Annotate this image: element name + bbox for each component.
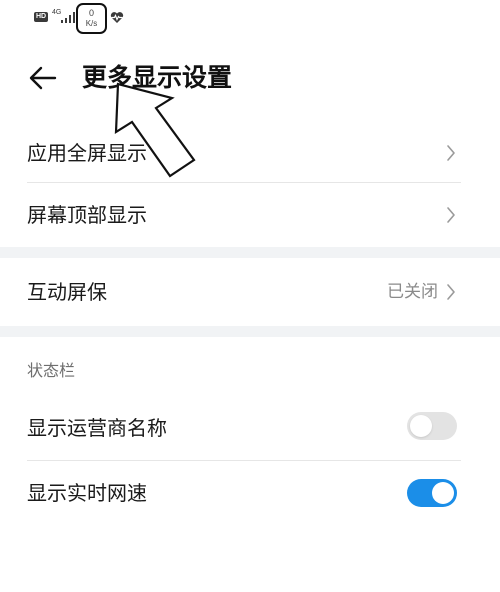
realtime-speed-row[interactable]: 显示实时网速 [0,462,490,524]
section-separator [0,247,500,258]
status-bar-section-header: 状态栏 [27,361,76,380]
screensaver-status: 已关闭 [387,282,438,302]
network-speed-value: 0 [88,8,94,18]
realtime-speed-label: 显示实时网速 [27,481,147,505]
chevron-right-icon [447,207,455,223]
section-separator [0,326,500,337]
toggle-knob [432,482,454,504]
back-button[interactable] [22,60,62,96]
chevron-right-icon [447,145,455,161]
carrier-name-toggle[interactable] [407,412,457,440]
fullscreen-apps-label: 应用全屏显示 [27,141,147,165]
page-title: 更多显示设置 [82,63,233,92]
top-display-row[interactable]: 屏幕顶部显示 [0,183,490,247]
divider [27,460,461,461]
realtime-speed-toggle[interactable] [407,479,457,507]
screensaver-label: 互动屏保 [27,280,107,304]
carrier-name-row[interactable]: 显示运营商名称 [0,398,490,458]
network-speed-indicator: 0 K/s [76,3,107,34]
signal-strength-icon [61,12,75,23]
hd-icon: HD [34,12,48,22]
status-bar: HD 4G 0 K/s [0,0,500,34]
screensaver-row[interactable]: 互动屏保 已关闭 [0,258,490,326]
network-speed-unit: K/s [85,19,98,28]
chevron-right-icon [447,284,455,300]
toggle-knob [410,415,432,437]
top-display-label: 屏幕顶部显示 [27,203,147,227]
carrier-name-label: 显示运营商名称 [27,416,167,440]
heart-rate-icon [110,12,124,23]
fullscreen-apps-row[interactable]: 应用全屏显示 [0,124,490,182]
arrow-left-icon [29,66,57,90]
